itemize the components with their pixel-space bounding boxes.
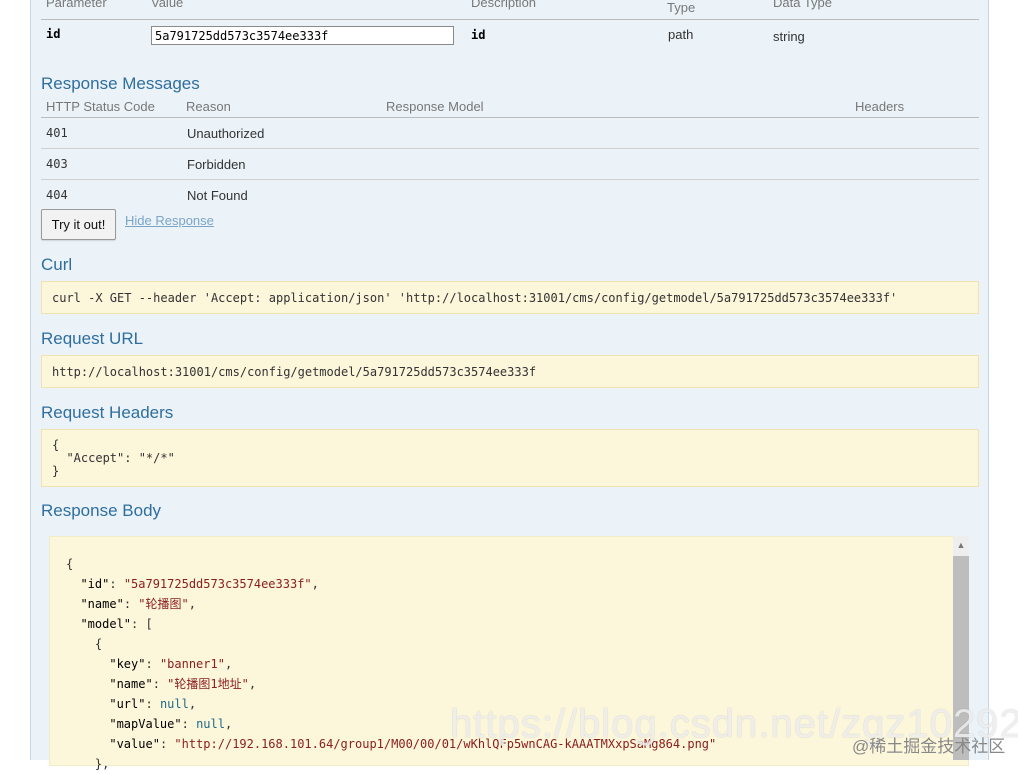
param-header-param-type: Parameter Type	[667, 0, 728, 15]
param-data-type: string	[773, 29, 805, 44]
rb-name-value: "轮播图"	[138, 597, 189, 611]
watermark-corner: @稀土掘金技术社区	[852, 737, 1006, 756]
param-description: id	[471, 28, 486, 42]
rm-reason-403: Forbidden	[187, 157, 246, 172]
request-headers-box: { "Accept": "*/*" }	[41, 429, 979, 487]
rh-accept-line: "Accept": "*/*"	[66, 451, 175, 465]
rb-mapvalue-value: null	[196, 717, 225, 731]
request-headers-title: Request Headers	[41, 403, 174, 422]
rh-close-brace: }	[52, 464, 60, 478]
rm-header-model: Response Model	[386, 99, 484, 114]
rm-code-403: 403	[46, 157, 68, 171]
response-body-title: Response Body	[41, 501, 162, 520]
param-name: id	[46, 27, 61, 41]
param-value-input[interactable]	[151, 26, 454, 45]
rm-header-divider	[41, 117, 979, 118]
try-it-out-button[interactable]: Try it out!	[41, 209, 116, 240]
curl-command: curl -X GET --header 'Accept: applicatio…	[52, 291, 898, 305]
rb-item-name-value: "轮播图1地址"	[167, 677, 249, 691]
rm-header-reason: Reason	[186, 99, 231, 114]
rb-key-value: "banner1"	[159, 657, 225, 671]
param-header-divider	[41, 19, 979, 20]
request-url-value: http://localhost:31001/cms/config/getmod…	[52, 365, 537, 379]
param-type: path	[668, 27, 694, 42]
rm-code-401: 401	[46, 126, 68, 140]
rb-id-value: "5a791725dd573c3574ee333f"	[123, 577, 312, 591]
param-header-parameter: Parameter	[46, 0, 107, 10]
rm-code-404: 404	[46, 188, 68, 202]
request-url-title: Request URL	[41, 329, 144, 348]
rm-reason-404: Not Found	[187, 188, 248, 203]
param-header-data-type: Data Type	[773, 0, 833, 10]
request-url-box: http://localhost:31001/cms/config/getmod…	[41, 355, 979, 388]
curl-box: curl -X GET --header 'Accept: applicatio…	[41, 281, 979, 314]
hide-response-link[interactable]: Hide Response	[125, 213, 214, 228]
rb-url-value: null	[159, 697, 189, 711]
rm-row-divider	[41, 179, 979, 180]
rm-row-divider	[41, 148, 979, 149]
param-header-description: Description	[471, 0, 537, 10]
rm-header-headers: Headers	[855, 99, 905, 114]
param-header-value: Value	[151, 0, 184, 10]
curl-title: Curl	[41, 255, 73, 274]
rm-reason-401: Unauthorized	[187, 126, 265, 141]
response-messages-title: Response Messages	[41, 74, 200, 93]
scroll-up-arrow-icon[interactable]: ▲	[953, 538, 969, 552]
rm-header-status: HTTP Status Code	[46, 99, 155, 114]
rh-open-brace: {	[52, 438, 60, 452]
